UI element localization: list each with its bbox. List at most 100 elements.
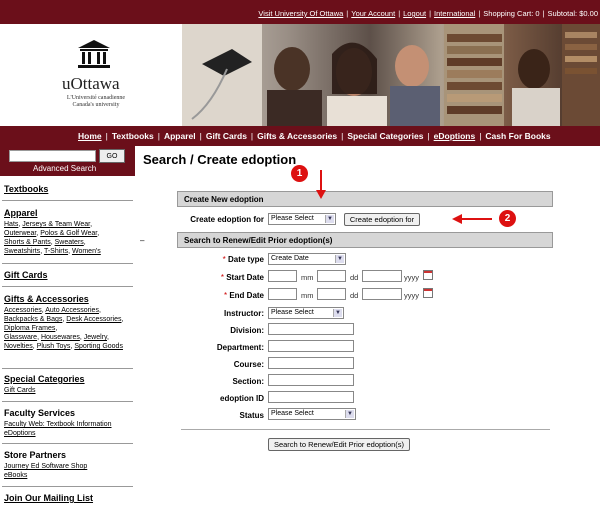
link-special-gift-cards[interactable]: Gift Cards bbox=[4, 387, 36, 394]
students-photo-banner bbox=[182, 24, 600, 126]
nav-home[interactable]: Home bbox=[78, 131, 102, 141]
divider bbox=[2, 200, 133, 201]
visit-uottawa-link[interactable]: Visit University Of Ottawa bbox=[258, 9, 343, 18]
link-hats[interactable]: Hats bbox=[4, 221, 18, 228]
end-date-yyyy-input[interactable] bbox=[362, 288, 402, 300]
link-sweatshirts[interactable]: Sweatshirts bbox=[4, 248, 40, 255]
international-link[interactable]: International bbox=[434, 9, 475, 18]
link-accessories[interactable]: Accessories bbox=[4, 307, 42, 314]
divider bbox=[2, 286, 133, 287]
special-links: Gift Cards bbox=[4, 386, 131, 395]
sidebar-item-apparel[interactable]: Apparel bbox=[4, 208, 38, 218]
department-input[interactable] bbox=[268, 340, 354, 352]
search-input[interactable] bbox=[9, 150, 96, 162]
nav-edoptions[interactable]: eDoptions bbox=[434, 131, 476, 141]
link-outerwear[interactable]: Outerwear bbox=[4, 230, 36, 237]
link-sweaters[interactable]: Sweaters bbox=[55, 239, 84, 246]
link-shorts[interactable]: Shorts & Pants bbox=[4, 239, 51, 246]
link-auto-accessories[interactable]: Auto Accessories bbox=[45, 307, 99, 314]
instructor-select-value: Please Select bbox=[271, 309, 314, 316]
left-sidebar: GO Advanced Search Textbooks Apparel Hat… bbox=[0, 146, 135, 507]
end-date-label-text: End Date bbox=[229, 291, 264, 300]
link-plush-toys[interactable]: Plush Toys bbox=[37, 343, 71, 350]
sidebar-store-partners: Store Partners Journey Ed Software Shop … bbox=[4, 450, 131, 480]
create-edoption-button[interactable]: Create edoption for bbox=[344, 213, 420, 226]
yyyy-label: yyyy bbox=[404, 273, 419, 282]
section-label: Section: bbox=[232, 377, 264, 386]
calendar-icon[interactable] bbox=[423, 270, 433, 280]
logo-tagline-fr: L'Université canadienne bbox=[66, 95, 126, 101]
link-tshirts[interactable]: T-Shirts bbox=[44, 248, 68, 255]
division-input[interactable] bbox=[268, 323, 354, 335]
date-type-label: * Date type bbox=[180, 255, 264, 264]
your-account-link[interactable]: Your Account bbox=[351, 9, 395, 18]
end-date-dd-input[interactable] bbox=[317, 288, 346, 300]
sidebar-item-gifts-accessories[interactable]: Gifts & Accessories bbox=[4, 294, 89, 304]
section-input[interactable] bbox=[268, 374, 354, 386]
link-ebooks[interactable]: eBooks bbox=[4, 472, 27, 479]
required-mark: * bbox=[223, 291, 228, 300]
nav-gift-cards[interactable]: Gift Cards bbox=[206, 131, 247, 141]
chevron-down-icon: ▼ bbox=[333, 309, 342, 317]
sidebar-item-special-categories[interactable]: Special Categories bbox=[4, 374, 85, 384]
nav-textbooks[interactable]: Textbooks bbox=[112, 131, 154, 141]
course-label: Course: bbox=[233, 360, 264, 369]
callout-badge-2: 2 bbox=[499, 210, 516, 227]
start-date-yyyy-input[interactable] bbox=[362, 270, 402, 282]
sidebar-item-textbooks[interactable]: Textbooks bbox=[4, 184, 48, 194]
link-jewelry[interactable]: Jewelry bbox=[84, 334, 107, 341]
department-label: Department: bbox=[216, 343, 264, 352]
edoption-id-label: edoption ID bbox=[220, 394, 264, 403]
shopping-cart-count[interactable]: Shopping Cart: 0 bbox=[483, 9, 539, 18]
start-date-dd-input[interactable] bbox=[317, 270, 346, 282]
top-utility-bar: Visit University Of Ottawa | Your Account |… bbox=[0, 0, 600, 24]
search-section-header: Search to Renew/Edit Prior edoption(s) bbox=[177, 232, 553, 248]
status-select-value: Please Select bbox=[271, 410, 314, 417]
nav-gifts-accessories[interactable]: Gifts & Accessories bbox=[257, 131, 337, 141]
logout-link[interactable]: Logout bbox=[403, 9, 426, 18]
division-label: Division: bbox=[230, 326, 264, 335]
subtotal: Subtotal: $0.00 bbox=[547, 9, 598, 18]
banner-illustration bbox=[182, 24, 600, 126]
link-desk-accessories[interactable]: Desk Accessories bbox=[66, 316, 121, 323]
go-button[interactable]: GO bbox=[99, 149, 125, 163]
link-sporting-goods[interactable]: Sporting Goods bbox=[74, 343, 123, 350]
create-for-select[interactable]: Please Select ▼ bbox=[268, 213, 336, 225]
link-womens[interactable]: Women's bbox=[72, 248, 101, 255]
chevron-down-icon: ▼ bbox=[325, 215, 334, 223]
dd-label: dd bbox=[350, 273, 359, 282]
link-faculty-web[interactable]: Faculty Web: Textbook Information bbox=[4, 421, 112, 428]
search-renew-edit-button[interactable]: Search to Renew/Edit Prior edoption(s) bbox=[268, 438, 410, 451]
link-diploma-frames[interactable]: Diploma Frames bbox=[4, 325, 55, 332]
sidebar-faculty: Faculty Services Faculty Web: Textbook I… bbox=[4, 408, 131, 438]
uottawa-logo[interactable]: uOttawa L'Université canadienne Canada's… bbox=[0, 24, 182, 126]
nav-special-categories[interactable]: Special Categories bbox=[347, 131, 423, 141]
course-input[interactable] bbox=[268, 357, 354, 369]
status-select[interactable]: Please Select ▼ bbox=[268, 408, 356, 420]
advanced-search-link[interactable]: Advanced Search bbox=[33, 164, 96, 173]
link-housewares[interactable]: Housewares bbox=[41, 334, 80, 341]
start-date-mm-input[interactable] bbox=[268, 270, 297, 282]
link-novelties[interactable]: Novelties bbox=[4, 343, 33, 350]
link-backpacks[interactable]: Backpacks & Bags bbox=[4, 316, 62, 323]
divider bbox=[2, 401, 133, 402]
logo-tagline: L'Université canadienne Canada's univers… bbox=[66, 95, 126, 109]
link-jerseys[interactable]: Jerseys & Team Wear bbox=[22, 221, 90, 228]
start-date-label-text: Start Date bbox=[226, 273, 264, 282]
separator-mark: – bbox=[140, 236, 145, 245]
nav-cash-for-books[interactable]: Cash For Books bbox=[485, 131, 550, 141]
link-journey-ed[interactable]: Journey Ed Software Shop bbox=[4, 463, 87, 470]
sidebar-item-gift-cards[interactable]: Gift Cards bbox=[4, 270, 48, 280]
link-glassware[interactable]: Glassware bbox=[4, 334, 37, 341]
nav-apparel[interactable]: Apparel bbox=[164, 131, 196, 141]
link-faculty-edoptions[interactable]: eDoptions bbox=[4, 430, 36, 437]
end-date-mm-input[interactable] bbox=[268, 288, 297, 300]
join-mailing-list-link[interactable]: Join Our Mailing List bbox=[4, 493, 93, 503]
date-type-select[interactable]: Create Date ▼ bbox=[268, 253, 346, 265]
instructor-label: Instructor: bbox=[224, 309, 264, 318]
status-label: Status bbox=[239, 411, 264, 420]
edoption-id-input[interactable] bbox=[268, 391, 354, 403]
link-polos[interactable]: Polos & Golf Wear bbox=[40, 230, 97, 237]
instructor-select[interactable]: Please Select ▼ bbox=[268, 307, 344, 319]
calendar-icon[interactable] bbox=[423, 288, 433, 298]
